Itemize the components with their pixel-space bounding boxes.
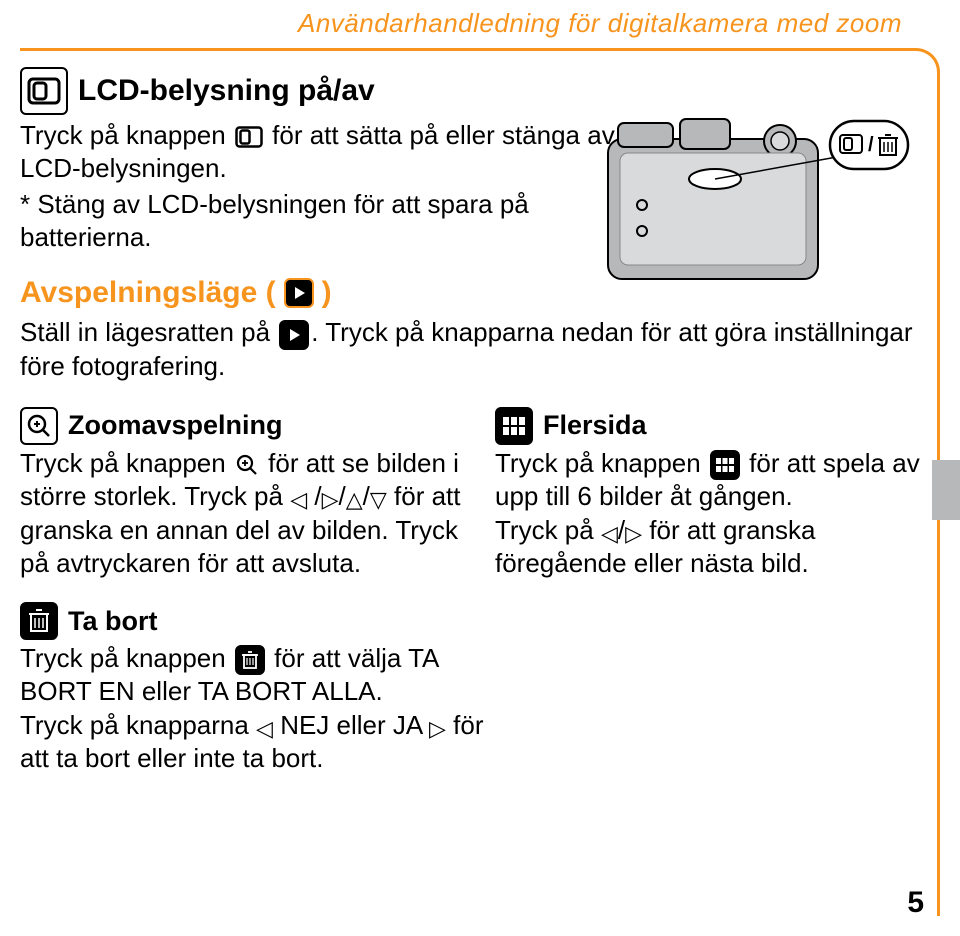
delete-paragraph-2: Tryck på knapparna ◁ NEJ eller JA ▷ för …: [20, 709, 500, 776]
play-inline-icon: [279, 320, 309, 350]
lcd-heading-text: LCD-belysning på/av: [78, 74, 375, 108]
grid-icon: [495, 407, 533, 445]
trash-inline-icon: [235, 645, 265, 675]
svg-text:/: /: [868, 134, 874, 156]
zoom-heading: Zoomavspelning: [20, 407, 465, 445]
delete-p2b: NEJ eller JA: [273, 710, 429, 740]
zoom-paragraph: Tryck på knappen för att se bilden i stö…: [20, 447, 465, 580]
arrow-down-icon: ▽: [370, 489, 387, 511]
play-mode-icon: [284, 278, 314, 308]
lcd-heading: LCD-belysning på/av: [20, 67, 940, 115]
multi-paragraph-2: Tryck på ◁/▷ för att granska föregående …: [495, 514, 940, 581]
delete-pa: Tryck på knappen: [20, 643, 233, 673]
arrow-right-icon: ▷: [322, 489, 339, 511]
multi-p2a: Tryck på: [495, 515, 601, 545]
zoom-column: Zoomavspelning Tryck på knappen för att …: [20, 397, 465, 580]
arrow-left-icon: ◁: [601, 523, 618, 545]
zoom-pa: Tryck på knappen: [20, 448, 233, 478]
playback-p1a: Ställ in lägesratten på: [20, 317, 277, 347]
arrow-left-icon: ◁: [256, 718, 273, 740]
delete-heading-text: Ta bort: [68, 606, 158, 637]
arrow-right-icon: ▷: [429, 718, 446, 740]
lcd-icon: [20, 67, 68, 115]
zoom-heading-text: Zoomavspelning: [68, 410, 283, 441]
lcd-paragraph: Tryck på knappen för att sätta på eller …: [20, 119, 620, 186]
arrow-right-icon: ▷: [625, 523, 642, 545]
camera-illustration: /: [600, 111, 910, 311]
lcd-inline-icon: [235, 126, 263, 148]
multi-heading: Flersida: [495, 407, 940, 445]
playback-heading-a: Avspelningsläge (: [20, 274, 276, 312]
multi-pa: Tryck på knappen: [495, 448, 708, 478]
trash-icon: [20, 602, 58, 640]
delete-p2a: Tryck på knapparna: [20, 710, 256, 740]
page-number: 5: [907, 886, 924, 920]
playback-heading-b: ): [322, 274, 332, 312]
magnify-inline-icon: [235, 453, 259, 477]
arrow-up-icon: △: [346, 489, 363, 511]
magnify-icon: [20, 407, 58, 445]
arrow-left-icon: ◁: [290, 489, 307, 511]
lcd-note: * Stäng av LCD-belysningen för att spara…: [20, 188, 620, 255]
delete-paragraph: Tryck på knappen för att välja TA BORT E…: [20, 642, 500, 709]
lcd-p1a: Tryck på knappen: [20, 120, 233, 150]
document-title: Användarhandledning för digitalkamera me…: [260, 8, 940, 39]
grid-inline-icon: [710, 450, 740, 480]
page-content: / LCD-belysning på/av Tryck på knappen f…: [20, 51, 940, 775]
multi-paragraph: Tryck på knappen för att spela av upp ti…: [495, 447, 940, 514]
multi-column: Flersida Tryck på knappen för att spela …: [495, 397, 940, 580]
multi-heading-text: Flersida: [543, 410, 647, 441]
two-column-row: Zoomavspelning Tryck på knappen för att …: [20, 397, 940, 580]
playback-paragraph: Ställ in lägesratten på . Tryck på knapp…: [20, 316, 940, 383]
delete-heading: Ta bort: [20, 602, 940, 640]
